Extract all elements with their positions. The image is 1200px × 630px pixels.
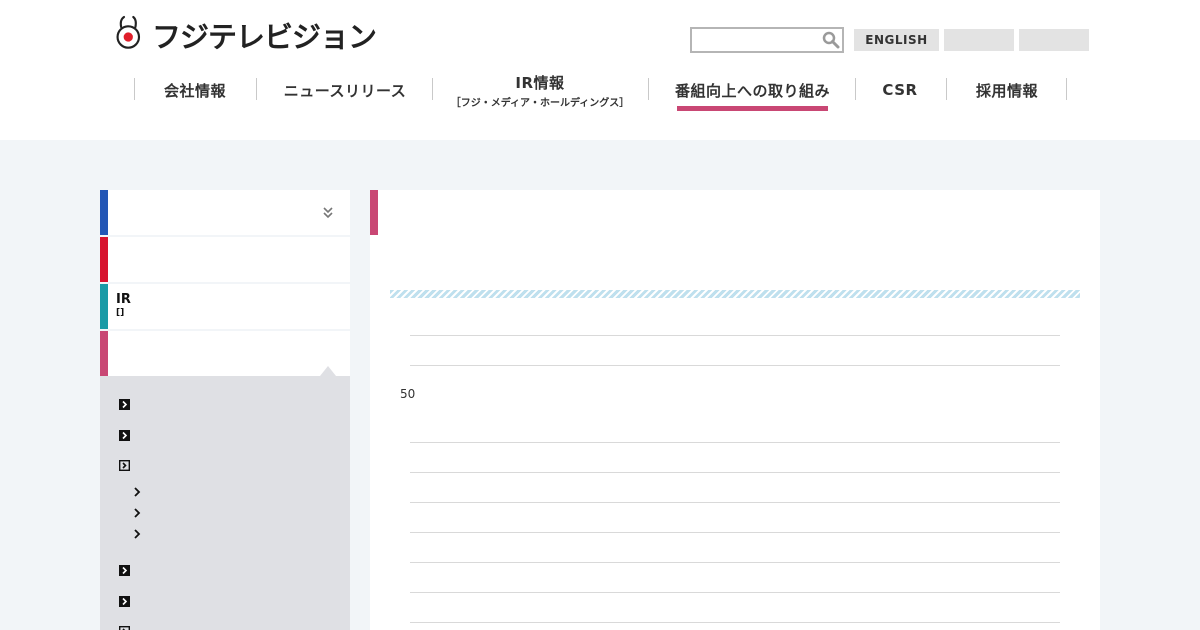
nav-divider: [946, 78, 947, 100]
table-rule: [410, 442, 1060, 443]
sidebar-item-2[interactable]: [100, 237, 350, 282]
sidebar: IR []: [100, 190, 350, 630]
sidebar-item-sublabel: []: [116, 308, 125, 318]
square-arrow-icon: [119, 596, 130, 607]
axis-tick-label: 50: [400, 387, 416, 401]
table-rule: [410, 532, 1060, 533]
chevron-right-icon: [134, 529, 141, 539]
submenu-link[interactable]: [119, 623, 319, 630]
sidebar-item-label: IR: [116, 292, 131, 307]
nav-company-info[interactable]: 会社情報: [163, 70, 227, 110]
submenu-panel: [100, 376, 350, 630]
chevron-right-icon: [134, 487, 141, 497]
fujitv-logo[interactable]: フジテレビジョン: [114, 8, 377, 56]
search-icon[interactable]: [822, 31, 840, 49]
table-rule: [410, 365, 1060, 366]
nav-divider: [256, 78, 257, 100]
sidebar-item-1[interactable]: [100, 190, 350, 235]
submenu-child-link[interactable]: [132, 484, 312, 500]
submenu-link[interactable]: [119, 593, 319, 611]
submenu-child-link[interactable]: [132, 526, 312, 542]
table-rule: [410, 472, 1060, 473]
nav-divider: [648, 78, 649, 100]
nav-program-improvement[interactable]: 番組向上への取り組み: [675, 70, 831, 111]
site-header: フジテレビジョン ENGLISH 会社情報 ニュースリリース IR情報 ［フジ・…: [0, 0, 1200, 140]
square-arrow-icon: [119, 399, 130, 410]
sidebar-color-bar: [100, 237, 108, 282]
table-rule: [410, 335, 1060, 336]
striped-divider: [390, 290, 1080, 298]
english-button[interactable]: ENGLISH: [854, 29, 939, 51]
sidebar-color-bar: [100, 284, 108, 329]
square-arrow-icon: [119, 565, 130, 576]
table-rule: [410, 622, 1060, 623]
lang-button-2[interactable]: [944, 29, 1014, 51]
square-arrow-icon: [119, 430, 130, 441]
nav-divider: [855, 78, 856, 100]
sidebar-item-4[interactable]: [100, 331, 350, 376]
nav-label: CSR: [882, 81, 918, 99]
submenu-link[interactable]: [119, 562, 319, 580]
nav-divider: [134, 78, 135, 100]
nav-label: IR情報: [515, 73, 565, 92]
lang-button-3[interactable]: [1019, 29, 1089, 51]
logo-text: フジテレビジョン: [151, 20, 377, 54]
sidebar-item-ir[interactable]: IR []: [100, 284, 350, 329]
nav-label: 番組向上への取り組み: [675, 81, 831, 100]
submenu-caret: [320, 366, 336, 376]
nav-label: ニュースリリース: [283, 81, 407, 100]
nav-recruit[interactable]: 採用情報: [974, 70, 1040, 110]
nav-csr[interactable]: CSR: [880, 70, 920, 110]
nav-label: 会社情報: [163, 81, 226, 100]
square-arrow-outline-icon: [119, 626, 130, 630]
logo-mark-icon: [116, 15, 141, 49]
search-input[interactable]: [694, 30, 818, 50]
search-box: [690, 27, 844, 53]
nav-divider: [432, 78, 433, 100]
submenu-link[interactable]: [119, 396, 319, 414]
table-rule: [410, 592, 1060, 593]
sidebar-color-bar: [100, 331, 108, 376]
nav-divider: [1066, 78, 1067, 100]
main-content: 50: [370, 190, 1100, 630]
square-arrow-outline-icon: [119, 460, 130, 471]
table-rule: [410, 562, 1060, 563]
double-chevron-down-icon[interactable]: [322, 206, 334, 220]
main-title-accent: [370, 190, 378, 235]
nav-news-release[interactable]: ニュースリリース: [284, 70, 406, 110]
nav-sublabel: ［フジ・メディア・ホールディングス］: [450, 97, 630, 109]
nav-label: 採用情報: [975, 81, 1038, 100]
submenu-link-expanded[interactable]: [119, 457, 319, 475]
nav-ir-info[interactable]: IR情報 ［フジ・メディア・ホールディングス］: [451, 70, 630, 110]
submenu-child-link[interactable]: [132, 505, 312, 521]
sidebar-color-bar: [100, 190, 108, 235]
nav-active-indicator: [677, 106, 828, 111]
submenu-link[interactable]: [119, 427, 319, 445]
table-rule: [410, 502, 1060, 503]
chevron-right-icon: [134, 508, 141, 518]
